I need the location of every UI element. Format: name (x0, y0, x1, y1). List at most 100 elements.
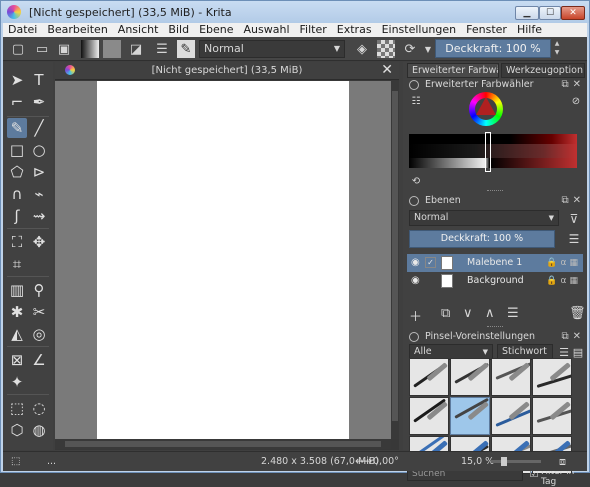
horizontal-scrollbar[interactable] (55, 439, 391, 449)
fullscreen-icon[interactable]: ⧈ (559, 452, 566, 471)
document-canvas[interactable] (97, 81, 349, 439)
freehand-select-icon[interactable]: ◍ (29, 420, 49, 440)
opacity-slider[interactable]: Deckkraft: 100 % (435, 39, 551, 58)
ellipse-select-icon[interactable]: ◌ (29, 398, 49, 418)
color-triangle[interactable] (476, 97, 496, 115)
enclose-fill-icon[interactable]: ◎ (29, 324, 49, 344)
brush-preset-item[interactable] (409, 397, 449, 435)
menu-einstellungen[interactable]: Einstellungen (382, 23, 457, 37)
brush-preset-item[interactable] (409, 358, 449, 396)
tab-tool-options[interactable]: Werkzeugoption... (501, 63, 585, 78)
color-settings-icon[interactable]: ☷ (407, 92, 425, 110)
selection-icon[interactable]: ⬚ (11, 452, 20, 471)
close-button[interactable]: ✕ (561, 6, 585, 20)
calligraphy-icon[interactable]: ✒ (29, 92, 49, 112)
rectangle-tool-icon[interactable]: □ (7, 140, 27, 160)
crop-tool-icon[interactable]: ⌗ (7, 254, 27, 274)
freehand-brush-icon[interactable]: ✎ (7, 118, 27, 138)
checkbox-icon[interactable]: ✓ (425, 257, 436, 268)
layer-row[interactable]: ◉ Background 🔒α▦ (407, 272, 583, 290)
colorize-mask-icon[interactable]: ✱ (7, 302, 27, 322)
menu-fenster[interactable]: Fenster (466, 23, 507, 37)
polygon-select-icon[interactable]: ⬡ (7, 420, 27, 440)
brush-preset-item[interactable] (491, 397, 531, 435)
layer-row[interactable]: ◉ ✓ Malebene 1 🔒α▦ (407, 254, 583, 272)
open-folder-icon[interactable]: ▭ (33, 40, 51, 58)
vertical-scrollbar[interactable] (391, 81, 399, 439)
tab-advanced-color[interactable]: Erweiterter Farbwäh... (407, 63, 499, 78)
color-sliders[interactable] (409, 134, 577, 168)
panel-grip[interactable] (487, 190, 503, 192)
reference-images-icon[interactable]: ✦ (7, 372, 27, 392)
minimize-button[interactable]: ▁ (515, 6, 539, 20)
move-down-icon[interactable]: ∨ (463, 306, 473, 321)
filter-icon[interactable]: ⊽ (565, 210, 583, 228)
brush-preset-icon[interactable]: ✎ (177, 40, 195, 58)
menu-ansicht[interactable]: Ansicht (118, 23, 159, 37)
smart-patch-icon[interactable]: ✂ (29, 302, 49, 322)
layer-opacity-slider[interactable]: Deckkraft: 100 % (409, 230, 555, 248)
menu-extras[interactable]: Extras (337, 23, 372, 37)
move-up-icon[interactable]: ∧ (485, 306, 495, 321)
delete-layer-icon[interactable]: 🗑 (569, 306, 586, 321)
layer-blend-mode-select[interactable]: Normal ▼ (409, 210, 559, 226)
menu-auswahl[interactable]: Auswahl (244, 23, 290, 37)
dynamic-brush-icon[interactable]: ʃ (7, 206, 27, 226)
lock-icon[interactable] (409, 80, 419, 90)
scrollbar-thumb[interactable] (65, 441, 381, 447)
fill-tool-icon[interactable]: ◭ (7, 324, 27, 344)
color-picker-icon[interactable]: ⚲ (29, 280, 49, 300)
menu-hilfe[interactable]: Hilfe (517, 23, 542, 37)
move-tool-icon[interactable]: ✥ (29, 232, 49, 252)
lock-icon[interactable] (409, 196, 419, 206)
freehand-path-icon[interactable]: ⌁ (29, 184, 49, 204)
polygon-tool-icon[interactable]: ⬠ (7, 162, 27, 182)
menu-bearbeiten[interactable]: Bearbeiten (47, 23, 107, 37)
scrollbar-thumb[interactable] (392, 91, 398, 421)
eraser-icon[interactable]: ◈ (353, 40, 371, 58)
ellipse-tool-icon[interactable]: ○ (29, 140, 49, 160)
line-tool-icon[interactable]: ╱ (29, 118, 49, 138)
panel-grip[interactable] (487, 326, 503, 328)
text-tool-icon[interactable]: T (29, 70, 49, 90)
save-icon[interactable]: ▣ (55, 40, 73, 58)
zoom-slider[interactable] (491, 457, 541, 466)
bezier-tool-icon[interactable]: ∩ (7, 184, 27, 204)
rotate-icon[interactable]: ⟷ (355, 452, 372, 471)
layer-lock-alpha-icons[interactable]: 🔒α▦ (546, 272, 581, 290)
zoom-slider-knob[interactable] (501, 457, 507, 466)
brush-preset-item[interactable] (532, 397, 572, 435)
multibrush-icon[interactable]: ⇝ (29, 206, 49, 226)
brush-preset-item[interactable] (450, 397, 490, 435)
brush-preset-item[interactable] (450, 358, 490, 396)
measure-tool-icon[interactable]: ∠ (29, 350, 49, 370)
opacity-spin-icon[interactable]: ▲ ▼ (553, 39, 561, 58)
blend-mode-select[interactable]: Normal ▼ (199, 40, 345, 58)
duplicate-layer-icon[interactable]: ⧉ (441, 306, 450, 321)
brush-preset-item[interactable] (532, 358, 572, 396)
layer-lock-alpha-icons[interactable]: 🔒α▦ (546, 254, 581, 272)
lock-icon[interactable] (409, 332, 419, 342)
float-close-icon[interactable]: ⧉✕ (561, 194, 585, 208)
no-color-icon[interactable]: ⊘ (567, 92, 585, 110)
menu-filter[interactable]: Filter (300, 23, 327, 37)
gradient-preset-icon[interactable] (81, 40, 99, 58)
menu-icon[interactable]: ☰ (565, 230, 583, 248)
document-tab[interactable]: [Nicht gespeichert] (33,5 MiB) ✕ (55, 62, 399, 80)
brush-settings-icon[interactable]: ☰ (153, 40, 171, 58)
gradient-tool-icon[interactable]: ▥ (7, 280, 27, 300)
reset-colors-icon[interactable]: ⟲ (407, 172, 425, 190)
alpha-lock-icon[interactable] (377, 40, 395, 58)
menu-datei[interactable]: Datei (8, 23, 37, 37)
edit-shapes-icon[interactable]: ⌐ (7, 92, 27, 112)
color-marker[interactable] (485, 132, 491, 172)
menu-ebene[interactable]: Ebene (199, 23, 233, 37)
assistant-tool-icon[interactable]: ⊠ (7, 350, 27, 370)
eye-icon[interactable]: ◉ (411, 254, 420, 272)
float-close-icon[interactable]: ⧉✕ (561, 78, 585, 92)
transform-tool-icon[interactable]: ⛶ (7, 232, 27, 252)
select-shapes-icon[interactable]: ➤ (7, 70, 27, 90)
polyline-tool-icon[interactable]: ⊳ (29, 162, 49, 182)
layer-properties-icon[interactable]: ☰ (507, 306, 519, 321)
canvas-viewport[interactable] (55, 81, 391, 439)
